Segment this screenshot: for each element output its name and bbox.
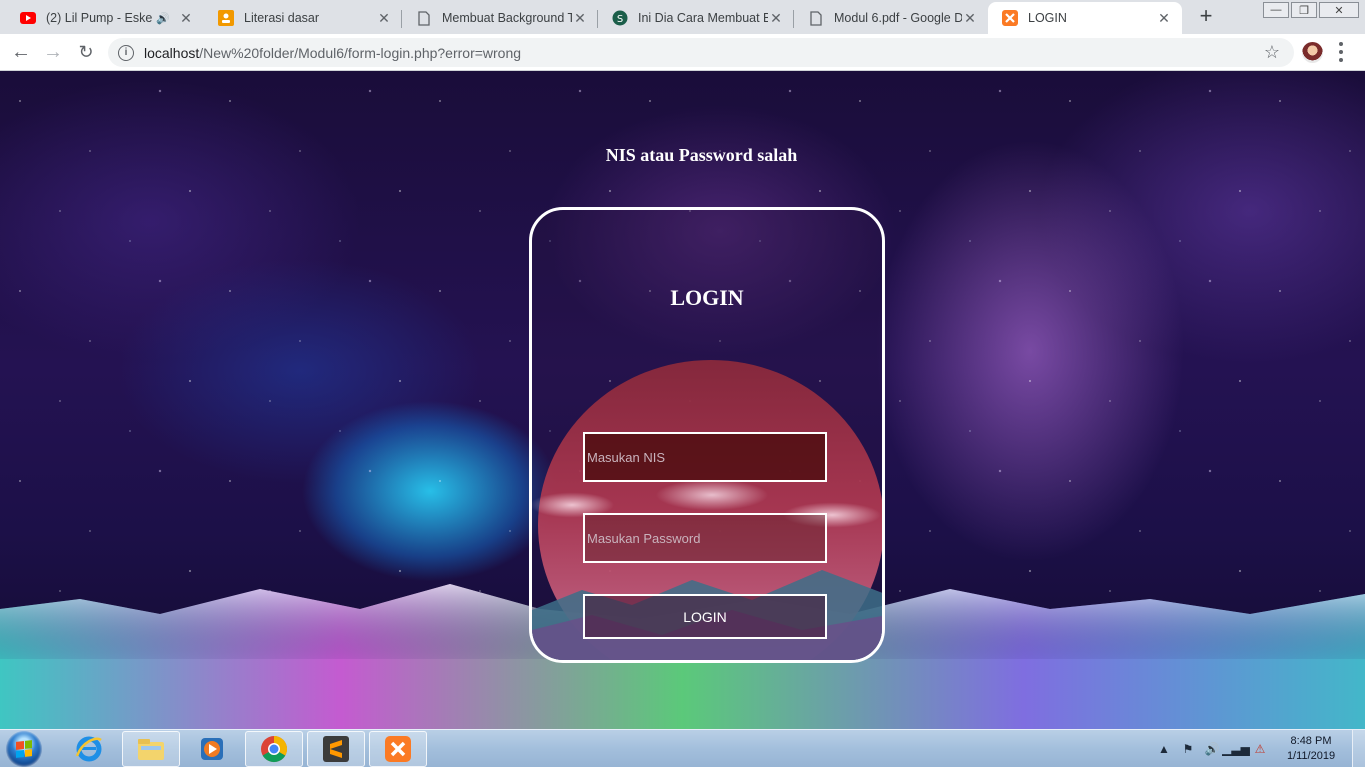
forward-button[interactable]: → (40, 39, 66, 65)
media-player-icon[interactable] (183, 731, 241, 767)
clock-date: 1/11/2019 (1286, 749, 1336, 762)
reload-button[interactable]: ↻ (73, 39, 99, 65)
volume-icon[interactable]: 🔊 (1202, 739, 1222, 759)
tab-title: Membuat Background Tr (442, 11, 572, 25)
clock[interactable]: 8:48 PM 1/11/2019 (1276, 734, 1346, 764)
info-icon[interactable]: i (118, 44, 134, 61)
close-icon[interactable]: ✕ (962, 10, 978, 27)
speaker-icon[interactable]: 🔊 (156, 12, 170, 25)
show-hidden-icons-icon[interactable]: ▲ (1154, 739, 1174, 759)
tab-title: (2) Lil Pump - Esketit (46, 11, 153, 25)
close-icon[interactable]: ✕ (178, 10, 194, 27)
system-tray: ▲ ⚑ 🔊 ▁▃▅ ⚠ 8:48 PM 1/11/2019 (1150, 730, 1365, 767)
page-viewport: NIS atau Password salah LOGIN LOGIN (0, 71, 1365, 729)
sublime-text-icon[interactable] (307, 731, 365, 767)
start-button[interactable] (6, 731, 42, 767)
taskbar: ▲ ⚑ 🔊 ▁▃▅ ⚠ 8:48 PM 1/11/2019 (0, 729, 1365, 767)
tab-youtube[interactable]: (2) Lil Pump - Esketit 🔊 ✕ (6, 2, 204, 34)
show-desktop-button[interactable] (1352, 730, 1365, 767)
chrome-menu-icon[interactable] (1336, 42, 1346, 62)
classroom-icon (218, 10, 234, 26)
password-input[interactable] (583, 513, 827, 563)
url-text: localhost/New%20folder/Modul6/form-login… (144, 45, 521, 61)
windows-logo-icon (16, 740, 32, 758)
tab-strip: (2) Lil Pump - Esketit 🔊 ✕ Literasi dasa… (0, 0, 1365, 34)
power-icon[interactable]: ⚠ (1250, 739, 1270, 759)
window-controls: — ❐ ✕ (1261, 2, 1359, 18)
document-icon (416, 10, 432, 26)
network-icon[interactable]: ▁▃▅ (1222, 739, 1250, 759)
url-host: localhost (144, 44, 200, 61)
clock-time: 8:48 PM (1290, 734, 1332, 747)
xampp-icon[interactable] (369, 731, 427, 767)
tab-title: LOGIN (1028, 11, 1067, 25)
tab-ini-dia-cara[interactable]: S Ini Dia Cara Membuat Ba ✕ (598, 2, 794, 34)
tab-literasi-dasar[interactable]: Literasi dasar ✕ (204, 2, 402, 34)
tab-title: Modul 6.pdf - Google Dr (834, 11, 962, 25)
site-icon: S (612, 10, 628, 26)
chrome-icon[interactable] (245, 731, 303, 767)
close-icon[interactable]: ✕ (572, 10, 588, 27)
url-path: /New%20folder/Modul6/form-login.php?erro… (199, 44, 522, 61)
minimize-button[interactable]: — (1263, 2, 1289, 18)
close-window-button[interactable]: ✕ (1319, 2, 1359, 18)
tab-membuat-background[interactable]: Membuat Background Tr ✕ (402, 2, 598, 34)
document-icon (808, 10, 824, 26)
nis-input[interactable] (583, 432, 827, 482)
xampp-icon (1002, 10, 1018, 26)
back-button[interactable]: ← (8, 39, 34, 65)
login-title: LOGIN (670, 285, 744, 310)
restore-button[interactable]: ❐ (1291, 2, 1317, 18)
tab-login[interactable]: LOGIN ✕ (988, 2, 1182, 34)
bookmark-star-icon[interactable]: ☆ (1264, 42, 1280, 63)
close-icon[interactable]: ✕ (376, 10, 392, 27)
address-bar[interactable]: i localhost/New%20folder/Modul6/form-log… (108, 38, 1294, 67)
close-icon[interactable]: ✕ (1156, 10, 1172, 27)
login-card: LOGIN LOGIN (529, 207, 885, 663)
svg-text:S: S (617, 14, 623, 25)
login-button[interactable]: LOGIN (583, 594, 827, 639)
error-message: NIS atau Password salah (605, 145, 798, 165)
new-tab-button[interactable]: + (1194, 5, 1218, 29)
file-explorer-icon[interactable] (122, 731, 180, 767)
profile-avatar[interactable] (1302, 42, 1323, 63)
tab-modul-6-pdf[interactable]: Modul 6.pdf - Google Dr ✕ (794, 2, 988, 34)
action-center-icon[interactable]: ⚑ (1178, 739, 1198, 759)
internet-explorer-icon[interactable] (60, 731, 118, 767)
close-icon[interactable]: ✕ (768, 10, 784, 27)
youtube-icon (20, 10, 36, 26)
tab-title: Ini Dia Cara Membuat Ba (638, 11, 768, 25)
browser-toolbar: ← → ↻ i localhost/New%20folder/Modul6/fo… (0, 34, 1365, 71)
tab-title: Literasi dasar (244, 11, 320, 25)
